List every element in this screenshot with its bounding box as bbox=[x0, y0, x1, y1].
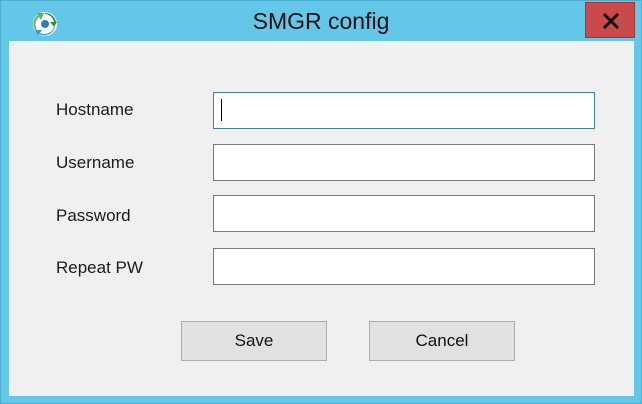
repeat-pw-field[interactable] bbox=[213, 248, 595, 285]
cancel-button[interactable]: Cancel bbox=[369, 321, 515, 361]
repeat-pw-label: Repeat PW bbox=[56, 258, 143, 277]
hostname-field[interactable] bbox=[213, 92, 595, 129]
title-bar[interactable]: SMGR config bbox=[1, 1, 641, 41]
username-label: Username bbox=[56, 153, 135, 172]
close-button[interactable] bbox=[585, 2, 635, 38]
username-field[interactable] bbox=[213, 144, 595, 181]
save-button[interactable]: Save bbox=[181, 321, 327, 361]
window-title: SMGR config bbox=[252, 8, 390, 34]
password-label: Password bbox=[56, 206, 131, 225]
close-icon bbox=[603, 13, 619, 29]
text-caret bbox=[221, 99, 222, 121]
hostname-label: Hostname bbox=[56, 100, 134, 119]
password-field[interactable] bbox=[213, 195, 595, 232]
